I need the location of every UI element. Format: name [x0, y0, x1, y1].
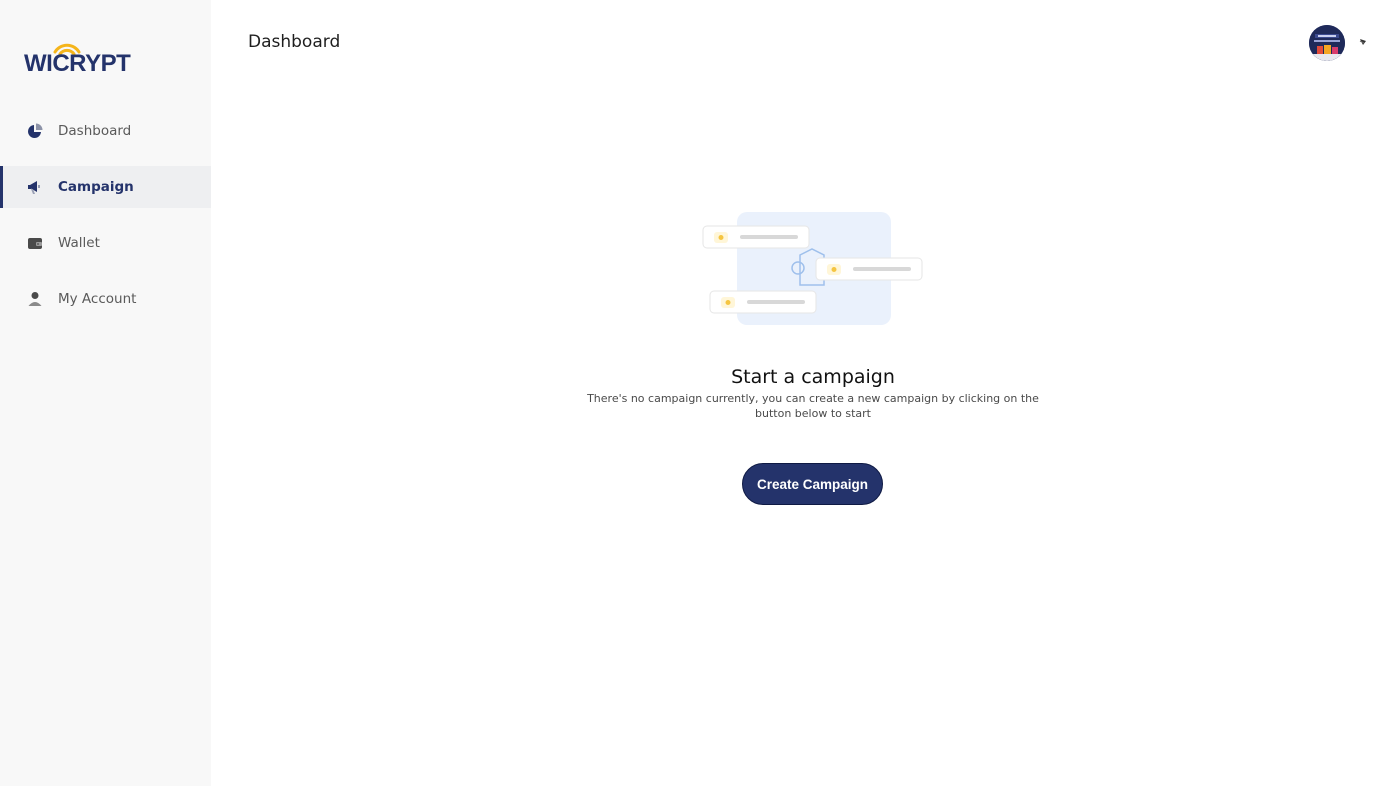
empty-state-description: There's no campaign currently, you can c… [587, 392, 1039, 420]
sidebar-item-label: Campaign [58, 179, 134, 195]
campaign-empty-illustration [702, 212, 923, 325]
sidebar: WICRYPT Dashboard Campaign Wallet My Acc… [0, 0, 211, 786]
avatar-image [1309, 25, 1345, 61]
sidebar-item-label: My Account [58, 291, 137, 307]
app-root: WICRYPT Dashboard Campaign Wallet My Acc… [0, 0, 1400, 786]
sidebar-item-my-account[interactable]: My Account [0, 278, 211, 320]
create-campaign-button[interactable]: Create Campaign [742, 463, 883, 505]
wicrypt-logo[interactable]: WICRYPT [24, 40, 146, 77]
sidebar-item-label: Wallet [58, 235, 100, 251]
megaphone-icon [28, 181, 40, 194]
sidebar-item-wallet[interactable]: Wallet [0, 222, 211, 264]
page-title: Dashboard [248, 32, 341, 52]
sidebar-item-label: Dashboard [58, 123, 132, 139]
empty-state-title: Start a campaign [731, 366, 895, 388]
sidebar-item-campaign[interactable]: Campaign [0, 166, 211, 208]
chevron-down-icon[interactable] [1358, 37, 1368, 47]
pie-chart-icon [28, 123, 43, 138]
sidebar-nav: Dashboard Campaign Wallet My Account [0, 110, 211, 334]
sidebar-item-dashboard[interactable]: Dashboard [0, 110, 211, 152]
user-avatar[interactable] [1309, 25, 1345, 61]
wallet-icon [28, 238, 42, 249]
user-icon [28, 292, 42, 306]
logo-text: WICRYPT [24, 50, 131, 77]
